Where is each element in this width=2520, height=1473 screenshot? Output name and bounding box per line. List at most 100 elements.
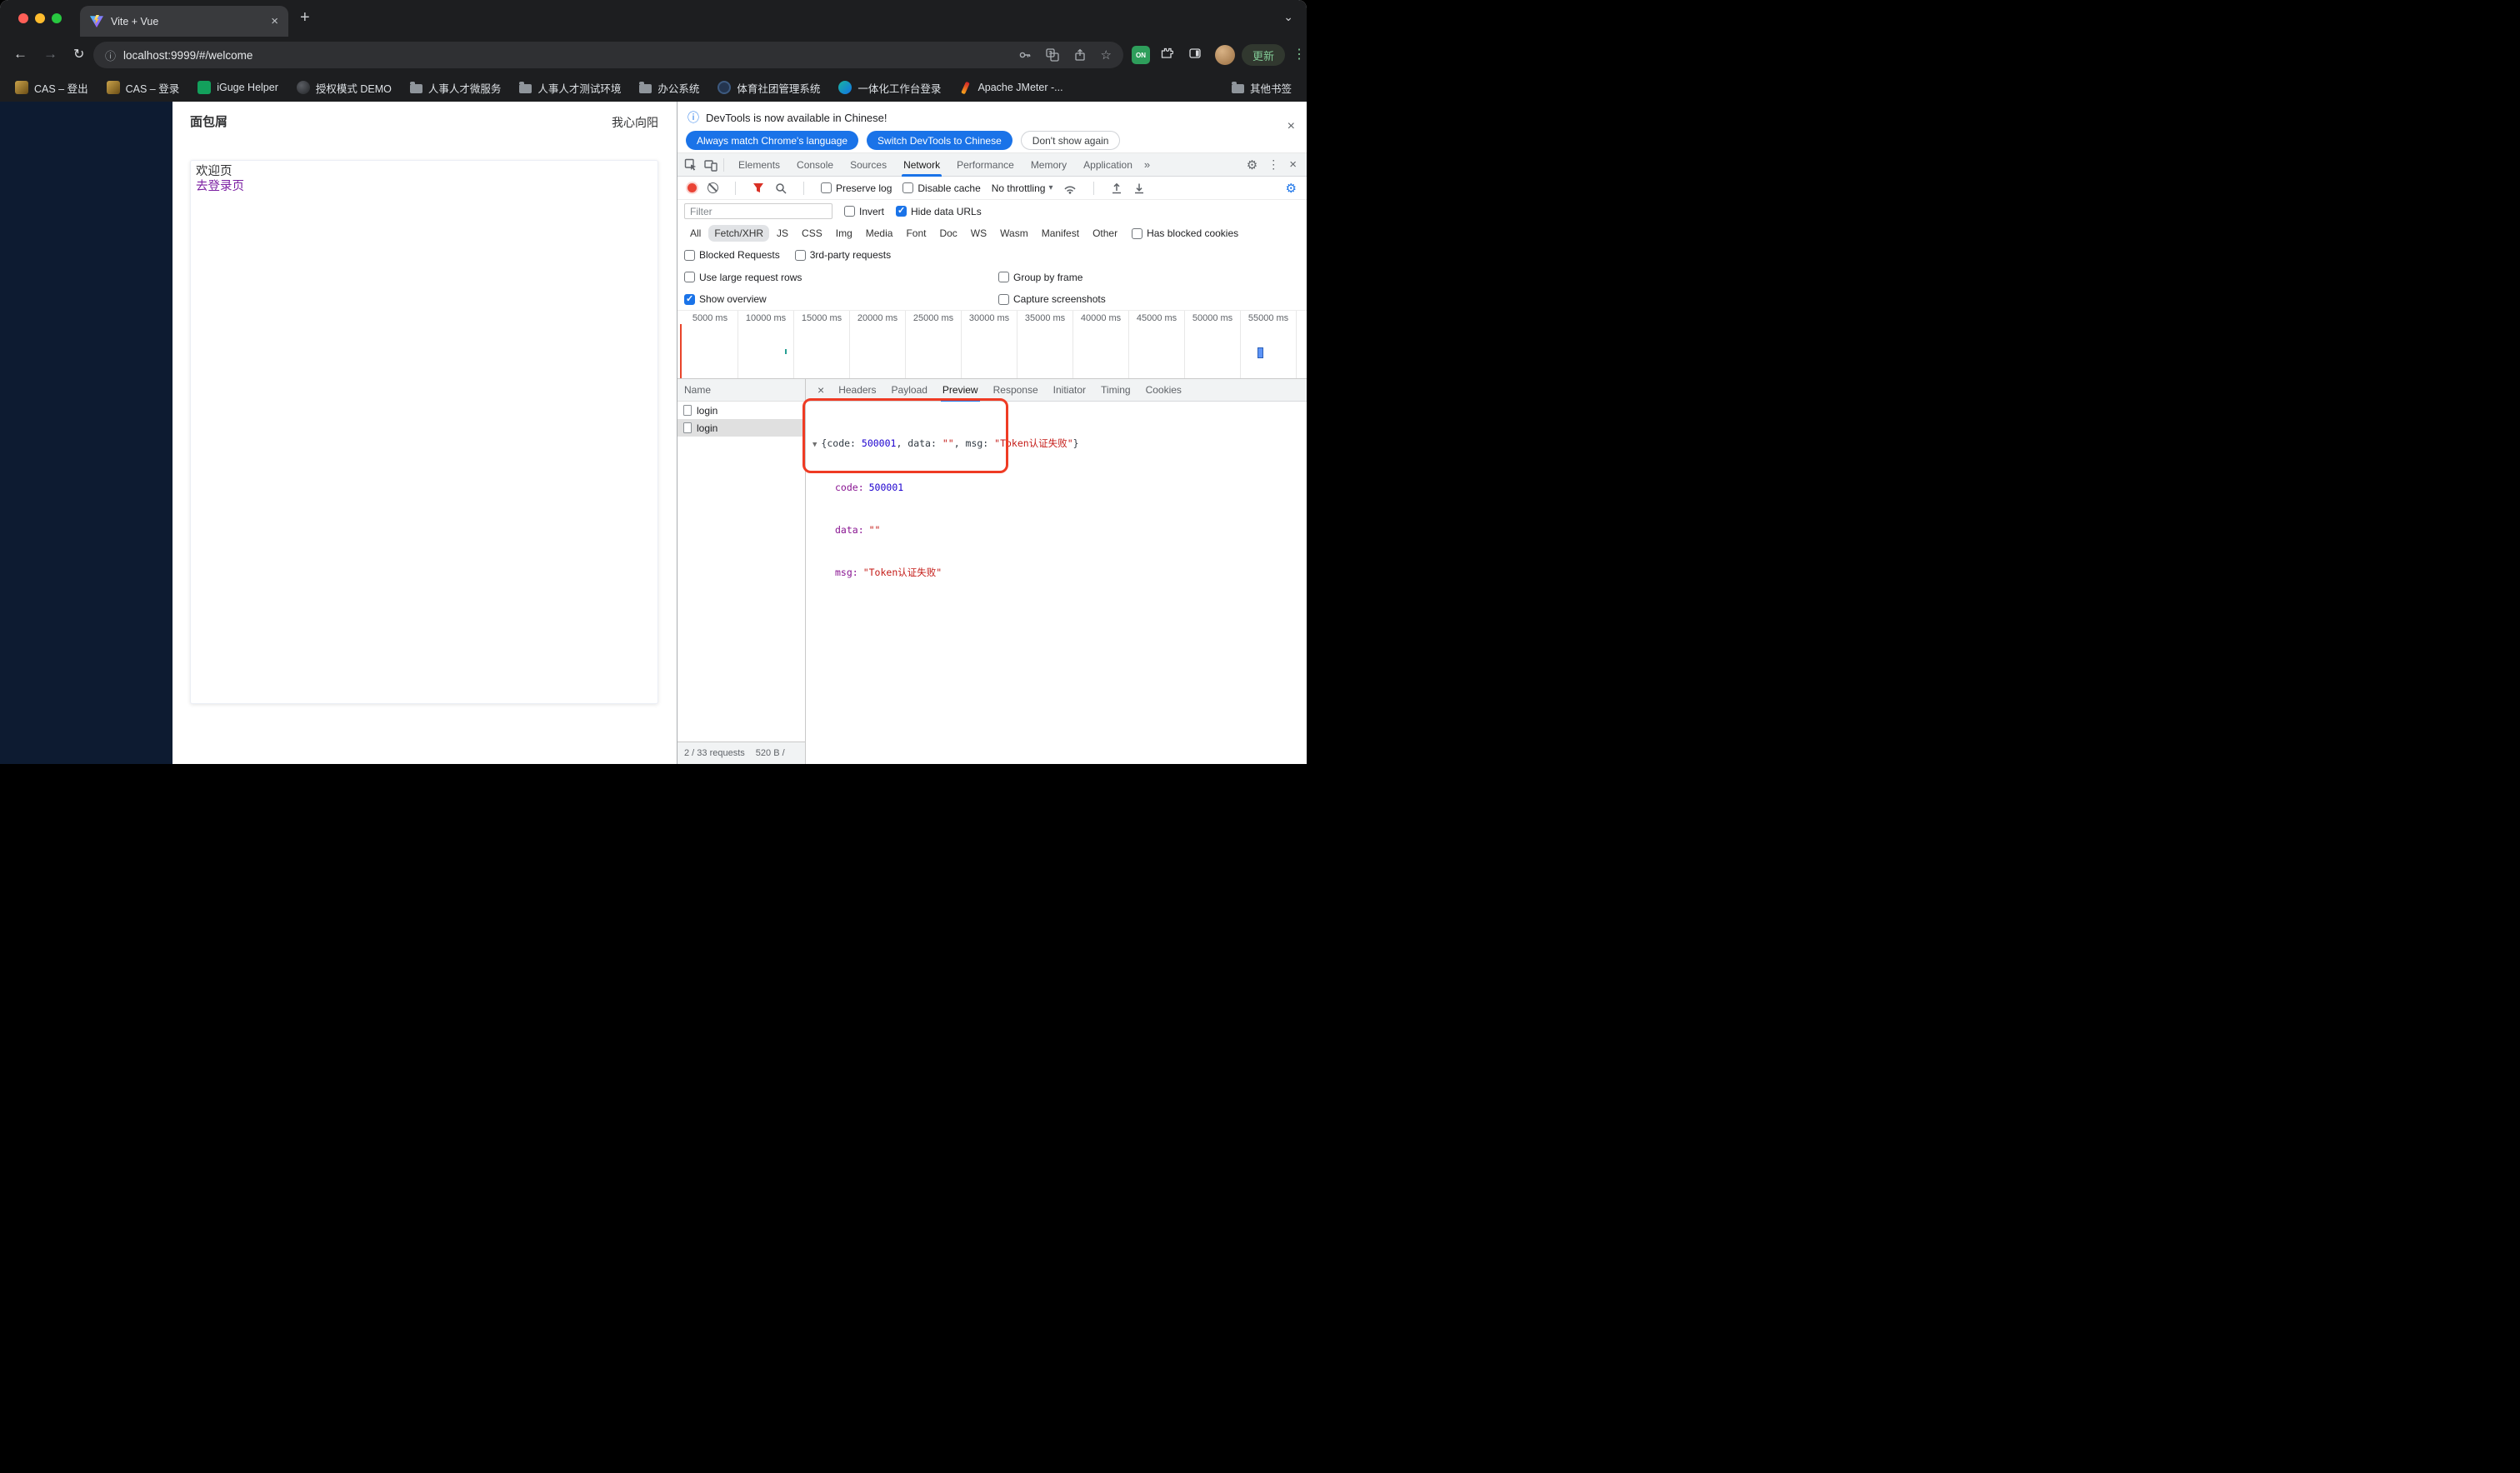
back-button[interactable]: ←	[13, 46, 28, 62]
match-language-button[interactable]: Always match Chrome's language	[686, 131, 859, 150]
use-large-rows-checkbox[interactable]: ✓ Use large request rows	[684, 272, 802, 283]
more-tabs-icon[interactable]: »	[1141, 158, 1153, 171]
header-username[interactable]: 我心向阳	[612, 114, 658, 131]
infobar-close-icon[interactable]: ×	[1288, 119, 1295, 134]
bookmark-cas-login[interactable]: CAS – 登录	[106, 80, 179, 96]
disable-cache-checkbox[interactable]: ✓ Disable cache	[902, 182, 981, 194]
bookmark-iguge[interactable]: iGuge Helper	[198, 81, 278, 94]
extensions-puzzle-icon[interactable]	[1160, 47, 1173, 60]
translate-icon[interactable]	[1045, 48, 1059, 62]
password-key-icon[interactable]	[1018, 48, 1032, 62]
invert-checkbox[interactable]: ✓ Invert	[844, 206, 884, 217]
detail-tab-cookies[interactable]: Cookies	[1138, 379, 1189, 402]
search-icon[interactable]	[775, 182, 787, 194]
go-login-link[interactable]: 去登录页	[196, 179, 652, 194]
translate-extension-icon[interactable]: ON	[1132, 46, 1150, 64]
reload-button[interactable]: ↻	[73, 46, 84, 62]
inspect-element-icon[interactable]	[684, 158, 698, 172]
devtools-settings-icon[interactable]: ⚙	[1247, 157, 1258, 172]
devtools-close-icon[interactable]: ×	[1289, 157, 1297, 172]
network-filter-input[interactable]	[684, 203, 832, 219]
zoom-window-button[interactable]	[52, 13, 62, 23]
detail-close-icon[interactable]: ×	[811, 383, 831, 397]
filter-chip-manifest[interactable]: Manifest	[1036, 225, 1085, 242]
bookmark-jmeter[interactable]: Apache JMeter -...	[959, 81, 1063, 94]
update-chrome-button[interactable]: 更新	[1242, 44, 1286, 66]
show-overview-checkbox[interactable]: ✓ Show overview	[684, 293, 767, 305]
bookmark-auth-demo[interactable]: 授权模式 DEMO	[296, 80, 392, 96]
detail-tab-preview[interactable]: Preview	[935, 379, 986, 402]
network-conditions-icon[interactable]	[1063, 182, 1077, 194]
filter-chip-ws[interactable]: WS	[965, 225, 992, 242]
bookmark-office-system[interactable]: 办公系统	[639, 80, 699, 96]
browser-tab[interactable]: Vite + Vue ×	[80, 6, 288, 37]
blocked-requests-checkbox[interactable]: ✓ Blocked Requests	[684, 249, 780, 261]
bookmark-hr-test-env[interactable]: 人事人才测试环境	[519, 80, 621, 96]
bookmark-star-icon[interactable]: ☆	[1101, 47, 1112, 62]
bookmark-cas-logout[interactable]: CAS – 登出	[15, 80, 88, 96]
close-window-button[interactable]	[18, 13, 28, 23]
tab-elements[interactable]: Elements	[730, 153, 788, 177]
tab-memory[interactable]: Memory	[1022, 153, 1075, 177]
hide-data-urls-checkbox[interactable]: ✓ Hide data URLs	[896, 206, 982, 217]
profile-avatar[interactable]	[1215, 45, 1235, 65]
omnibox[interactable]: ⓘ localhost:9999/#/welcome ☆	[93, 42, 1123, 68]
tab-network[interactable]: Network	[895, 153, 948, 177]
filter-chip-fetch-xhr[interactable]: Fetch/XHR	[708, 225, 770, 242]
clear-network-log-icon[interactable]	[708, 182, 718, 193]
side-panel-icon[interactable]	[1188, 47, 1202, 60]
bookmark-hr-microservice[interactable]: 人事人才微服务	[409, 80, 501, 96]
other-bookmarks-button[interactable]: 其他书签	[1231, 80, 1292, 96]
record-network-log-button[interactable]	[688, 183, 697, 192]
request-row-login-2[interactable]: login	[678, 419, 805, 437]
detail-tab-headers[interactable]: Headers	[831, 379, 883, 402]
third-party-requests-checkbox[interactable]: ✓ 3rd-party requests	[794, 249, 891, 261]
filter-chip-other[interactable]: Other	[1087, 225, 1123, 242]
import-har-icon[interactable]	[1111, 182, 1122, 194]
new-tab-button[interactable]: +	[300, 8, 310, 27]
detail-tab-initiator[interactable]: Initiator	[1046, 379, 1093, 402]
device-toolbar-icon[interactable]	[704, 158, 718, 172]
detail-tab-timing[interactable]: Timing	[1093, 379, 1138, 402]
bookmark-workbench-login[interactable]: 一体化工作台登录	[838, 80, 941, 96]
site-info-icon[interactable]: ⓘ	[105, 47, 116, 63]
bookmark-sports-club[interactable]: 体育社团管理系统	[718, 80, 820, 96]
tab-performance[interactable]: Performance	[948, 153, 1022, 177]
dont-show-again-button[interactable]: Don't show again	[1020, 131, 1121, 150]
url-text[interactable]: localhost:9999/#/welcome	[123, 49, 1018, 62]
share-icon[interactable]	[1073, 48, 1087, 62]
tab-console[interactable]: Console	[788, 153, 842, 177]
detail-tab-response[interactable]: Response	[986, 379, 1046, 402]
filter-chip-font[interactable]: Font	[900, 225, 932, 242]
network-settings-gear-icon[interactable]: ⚙	[1286, 181, 1297, 196]
network-overview-timeline[interactable]: 5000 ms 10000 ms 15000 ms 20000 ms 25000…	[678, 311, 1307, 379]
timeline-tick: 55000 ms	[1248, 313, 1289, 323]
tab-sources[interactable]: Sources	[842, 153, 895, 177]
tab-application[interactable]: Application	[1075, 153, 1141, 177]
group-by-frame-checkbox[interactable]: ✓ Group by frame	[998, 272, 1082, 283]
forward-button[interactable]: →	[43, 46, 58, 62]
throttling-dropdown[interactable]: No throttling ▾	[992, 182, 1053, 194]
browser-menu-kebab-icon[interactable]: ⋮	[1292, 46, 1306, 62]
request-row-login-1[interactable]: login	[678, 402, 805, 419]
preview-summary-line[interactable]: ▼ {code: 500001, data: "", msg: "Token认证失…	[812, 437, 1307, 452]
devtools-menu-kebab-icon[interactable]: ⋮	[1268, 157, 1279, 172]
minimize-window-button[interactable]	[35, 13, 45, 23]
export-har-icon[interactable]	[1133, 182, 1145, 194]
capture-screenshots-checkbox[interactable]: ✓ Capture screenshots	[998, 293, 1106, 305]
tab-search-icon[interactable]: ⌄	[1283, 10, 1293, 24]
filter-chip-js[interactable]: JS	[771, 225, 794, 242]
tab-close-icon[interactable]: ×	[271, 15, 278, 27]
filter-chip-media[interactable]: Media	[860, 225, 899, 242]
filter-chip-css[interactable]: CSS	[796, 225, 828, 242]
filter-chip-all[interactable]: All	[684, 225, 707, 242]
preserve-log-checkbox[interactable]: ✓ Preserve log	[821, 182, 892, 194]
detail-tab-payload[interactable]: Payload	[884, 379, 935, 402]
requests-name-header[interactable]: Name	[678, 379, 805, 402]
has-blocked-cookies-checkbox[interactable]: ✓ Has blocked cookies	[1132, 227, 1238, 239]
switch-to-chinese-button[interactable]: Switch DevTools to Chinese	[867, 131, 1012, 150]
filter-chip-wasm[interactable]: Wasm	[994, 225, 1034, 242]
filter-chip-img[interactable]: Img	[830, 225, 858, 242]
filter-chip-doc[interactable]: Doc	[933, 225, 962, 242]
filter-funnel-icon[interactable]	[752, 182, 764, 193]
